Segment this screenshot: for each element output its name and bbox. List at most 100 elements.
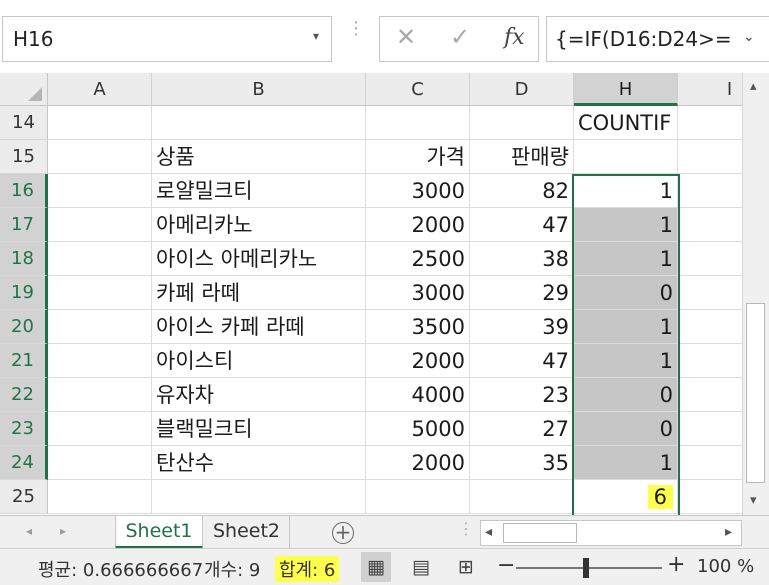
next-sheet-icon[interactable]: ▸ bbox=[60, 524, 66, 538]
row-header-14[interactable]: 14 bbox=[0, 106, 48, 140]
cell-d24[interactable]: 35 bbox=[470, 446, 574, 480]
cell-a17[interactable] bbox=[48, 208, 152, 242]
insert-function-icon[interactable]: fx bbox=[504, 25, 525, 50]
cell-b17[interactable]: 아메리카노 bbox=[152, 208, 366, 242]
formula-input[interactable]: {=IF(D16:D24>= ⌄ bbox=[546, 16, 769, 62]
zoom-level[interactable]: 100 % bbox=[697, 556, 754, 577]
zoom-slider-thumb[interactable] bbox=[583, 558, 589, 578]
scroll-right-icon[interactable]: ▸ bbox=[725, 524, 732, 540]
name-box[interactable]: H16 ▾ bbox=[2, 16, 332, 62]
expand-formula-icon[interactable]: ⌄ bbox=[743, 29, 755, 45]
worksheet-grid[interactable]: A B C D H I 14 COUNTIF 15 상품 가격 판매량 16 로얄밀크티 300… bbox=[0, 73, 742, 515]
zoom-in-icon[interactable]: + bbox=[667, 552, 685, 577]
page-layout-view-icon[interactable]: ▤ bbox=[406, 552, 436, 582]
cell-i24[interactable] bbox=[678, 446, 742, 480]
cell-b25[interactable] bbox=[152, 480, 366, 514]
cell-c15[interactable]: 가격 bbox=[366, 140, 470, 174]
normal-view-icon[interactable]: ▦ bbox=[361, 552, 391, 582]
vertical-scrollbar[interactable]: ▴ ▾ bbox=[742, 73, 769, 515]
row-header-22[interactable]: 22 bbox=[0, 378, 48, 412]
cell-b15[interactable]: 상품 bbox=[152, 140, 366, 174]
page-break-view-icon[interactable]: ⊞ bbox=[451, 552, 481, 582]
cell-a24[interactable] bbox=[48, 446, 152, 480]
vertical-scroll-thumb[interactable] bbox=[746, 303, 765, 483]
zoom-slider[interactable] bbox=[516, 567, 662, 569]
cell-d21[interactable]: 47 bbox=[470, 344, 574, 378]
row-header-19[interactable]: 19 bbox=[0, 276, 48, 310]
cell-c14[interactable] bbox=[366, 106, 470, 140]
cell-i15[interactable] bbox=[678, 140, 742, 174]
row-header-18[interactable]: 18 bbox=[0, 242, 48, 276]
cell-a22[interactable] bbox=[48, 378, 152, 412]
cell-c19[interactable]: 3000 bbox=[366, 276, 470, 310]
cell-i14[interactable] bbox=[678, 106, 742, 140]
cell-a20[interactable] bbox=[48, 310, 152, 344]
scroll-down-icon[interactable]: ▾ bbox=[750, 493, 757, 508]
cell-c25[interactable] bbox=[366, 480, 470, 514]
tab-split-handle[interactable]: ⋮ bbox=[458, 521, 474, 537]
cell-b20[interactable]: 아이스 카페 라떼 bbox=[152, 310, 366, 344]
cell-c22[interactable]: 4000 bbox=[366, 378, 470, 412]
cell-d20[interactable]: 39 bbox=[470, 310, 574, 344]
column-header-a[interactable]: A bbox=[48, 73, 152, 106]
row-header-15[interactable]: 15 bbox=[0, 140, 48, 174]
cell-b14[interactable] bbox=[152, 106, 366, 140]
name-box-dropdown-icon[interactable]: ▾ bbox=[313, 29, 319, 43]
cell-a14[interactable] bbox=[48, 106, 152, 140]
cell-i22[interactable] bbox=[678, 378, 742, 412]
row-header-25[interactable]: 25 bbox=[0, 480, 48, 514]
cell-d17[interactable]: 47 bbox=[470, 208, 574, 242]
cell-i20[interactable] bbox=[678, 310, 742, 344]
column-header-i[interactable]: I bbox=[678, 73, 742, 106]
cell-i18[interactable] bbox=[678, 242, 742, 276]
cell-c24[interactable]: 2000 bbox=[366, 446, 470, 480]
cell-b23[interactable]: 블랙밀크티 bbox=[152, 412, 366, 446]
cell-d19[interactable]: 29 bbox=[470, 276, 574, 310]
scroll-up-icon[interactable]: ▴ bbox=[750, 79, 757, 94]
enter-icon[interactable]: ✓ bbox=[450, 23, 470, 51]
horizontal-scroll-thumb[interactable] bbox=[503, 523, 577, 543]
cell-a21[interactable] bbox=[48, 344, 152, 378]
cell-d14[interactable] bbox=[470, 106, 574, 140]
cell-h15[interactable] bbox=[574, 140, 678, 174]
row-header-21[interactable]: 21 bbox=[0, 344, 48, 378]
column-header-c[interactable]: C bbox=[366, 73, 470, 106]
cell-c17[interactable]: 2000 bbox=[366, 208, 470, 242]
prev-sheet-icon[interactable]: ◂ bbox=[26, 524, 32, 538]
cell-i21[interactable] bbox=[678, 344, 742, 378]
add-sheet-icon[interactable]: + bbox=[332, 522, 354, 544]
column-header-h[interactable]: H bbox=[574, 73, 678, 106]
cell-d23[interactable]: 27 bbox=[470, 412, 574, 446]
formula-bar-resize-handle[interactable]: ⋮ bbox=[347, 20, 365, 38]
cell-a16[interactable] bbox=[48, 174, 152, 208]
tab-sheet2[interactable]: Sheet2 bbox=[204, 516, 290, 549]
cell-d18[interactable]: 38 bbox=[470, 242, 574, 276]
cell-d25[interactable] bbox=[470, 480, 574, 514]
cell-a25[interactable] bbox=[48, 480, 152, 514]
cell-c18[interactable]: 2500 bbox=[366, 242, 470, 276]
cancel-icon[interactable]: ✕ bbox=[396, 23, 416, 51]
cell-a19[interactable] bbox=[48, 276, 152, 310]
cell-b22[interactable]: 유자차 bbox=[152, 378, 366, 412]
column-header-d[interactable]: D bbox=[470, 73, 574, 106]
row-header-24[interactable]: 24 bbox=[0, 446, 48, 480]
cell-d15[interactable]: 판매량 bbox=[470, 140, 574, 174]
cell-b24[interactable]: 탄산수 bbox=[152, 446, 366, 480]
cell-a23[interactable] bbox=[48, 412, 152, 446]
cell-i17[interactable] bbox=[678, 208, 742, 242]
row-header-17[interactable]: 17 bbox=[0, 208, 48, 242]
cell-i19[interactable] bbox=[678, 276, 742, 310]
cell-b21[interactable]: 아이스티 bbox=[152, 344, 366, 378]
scroll-left-icon[interactable]: ◂ bbox=[485, 524, 492, 540]
cell-c23[interactable]: 5000 bbox=[366, 412, 470, 446]
cell-i16[interactable] bbox=[678, 174, 742, 208]
zoom-out-icon[interactable]: − bbox=[497, 553, 515, 578]
tab-sheet1[interactable]: Sheet1 bbox=[115, 516, 203, 549]
cell-h14[interactable]: COUNTIF bbox=[574, 106, 678, 140]
select-all-corner[interactable] bbox=[0, 73, 48, 106]
cell-c20[interactable]: 3500 bbox=[366, 310, 470, 344]
cell-a15[interactable] bbox=[48, 140, 152, 174]
cell-b16[interactable]: 로얄밀크티 bbox=[152, 174, 366, 208]
cell-c16[interactable]: 3000 bbox=[366, 174, 470, 208]
cell-a18[interactable] bbox=[48, 242, 152, 276]
